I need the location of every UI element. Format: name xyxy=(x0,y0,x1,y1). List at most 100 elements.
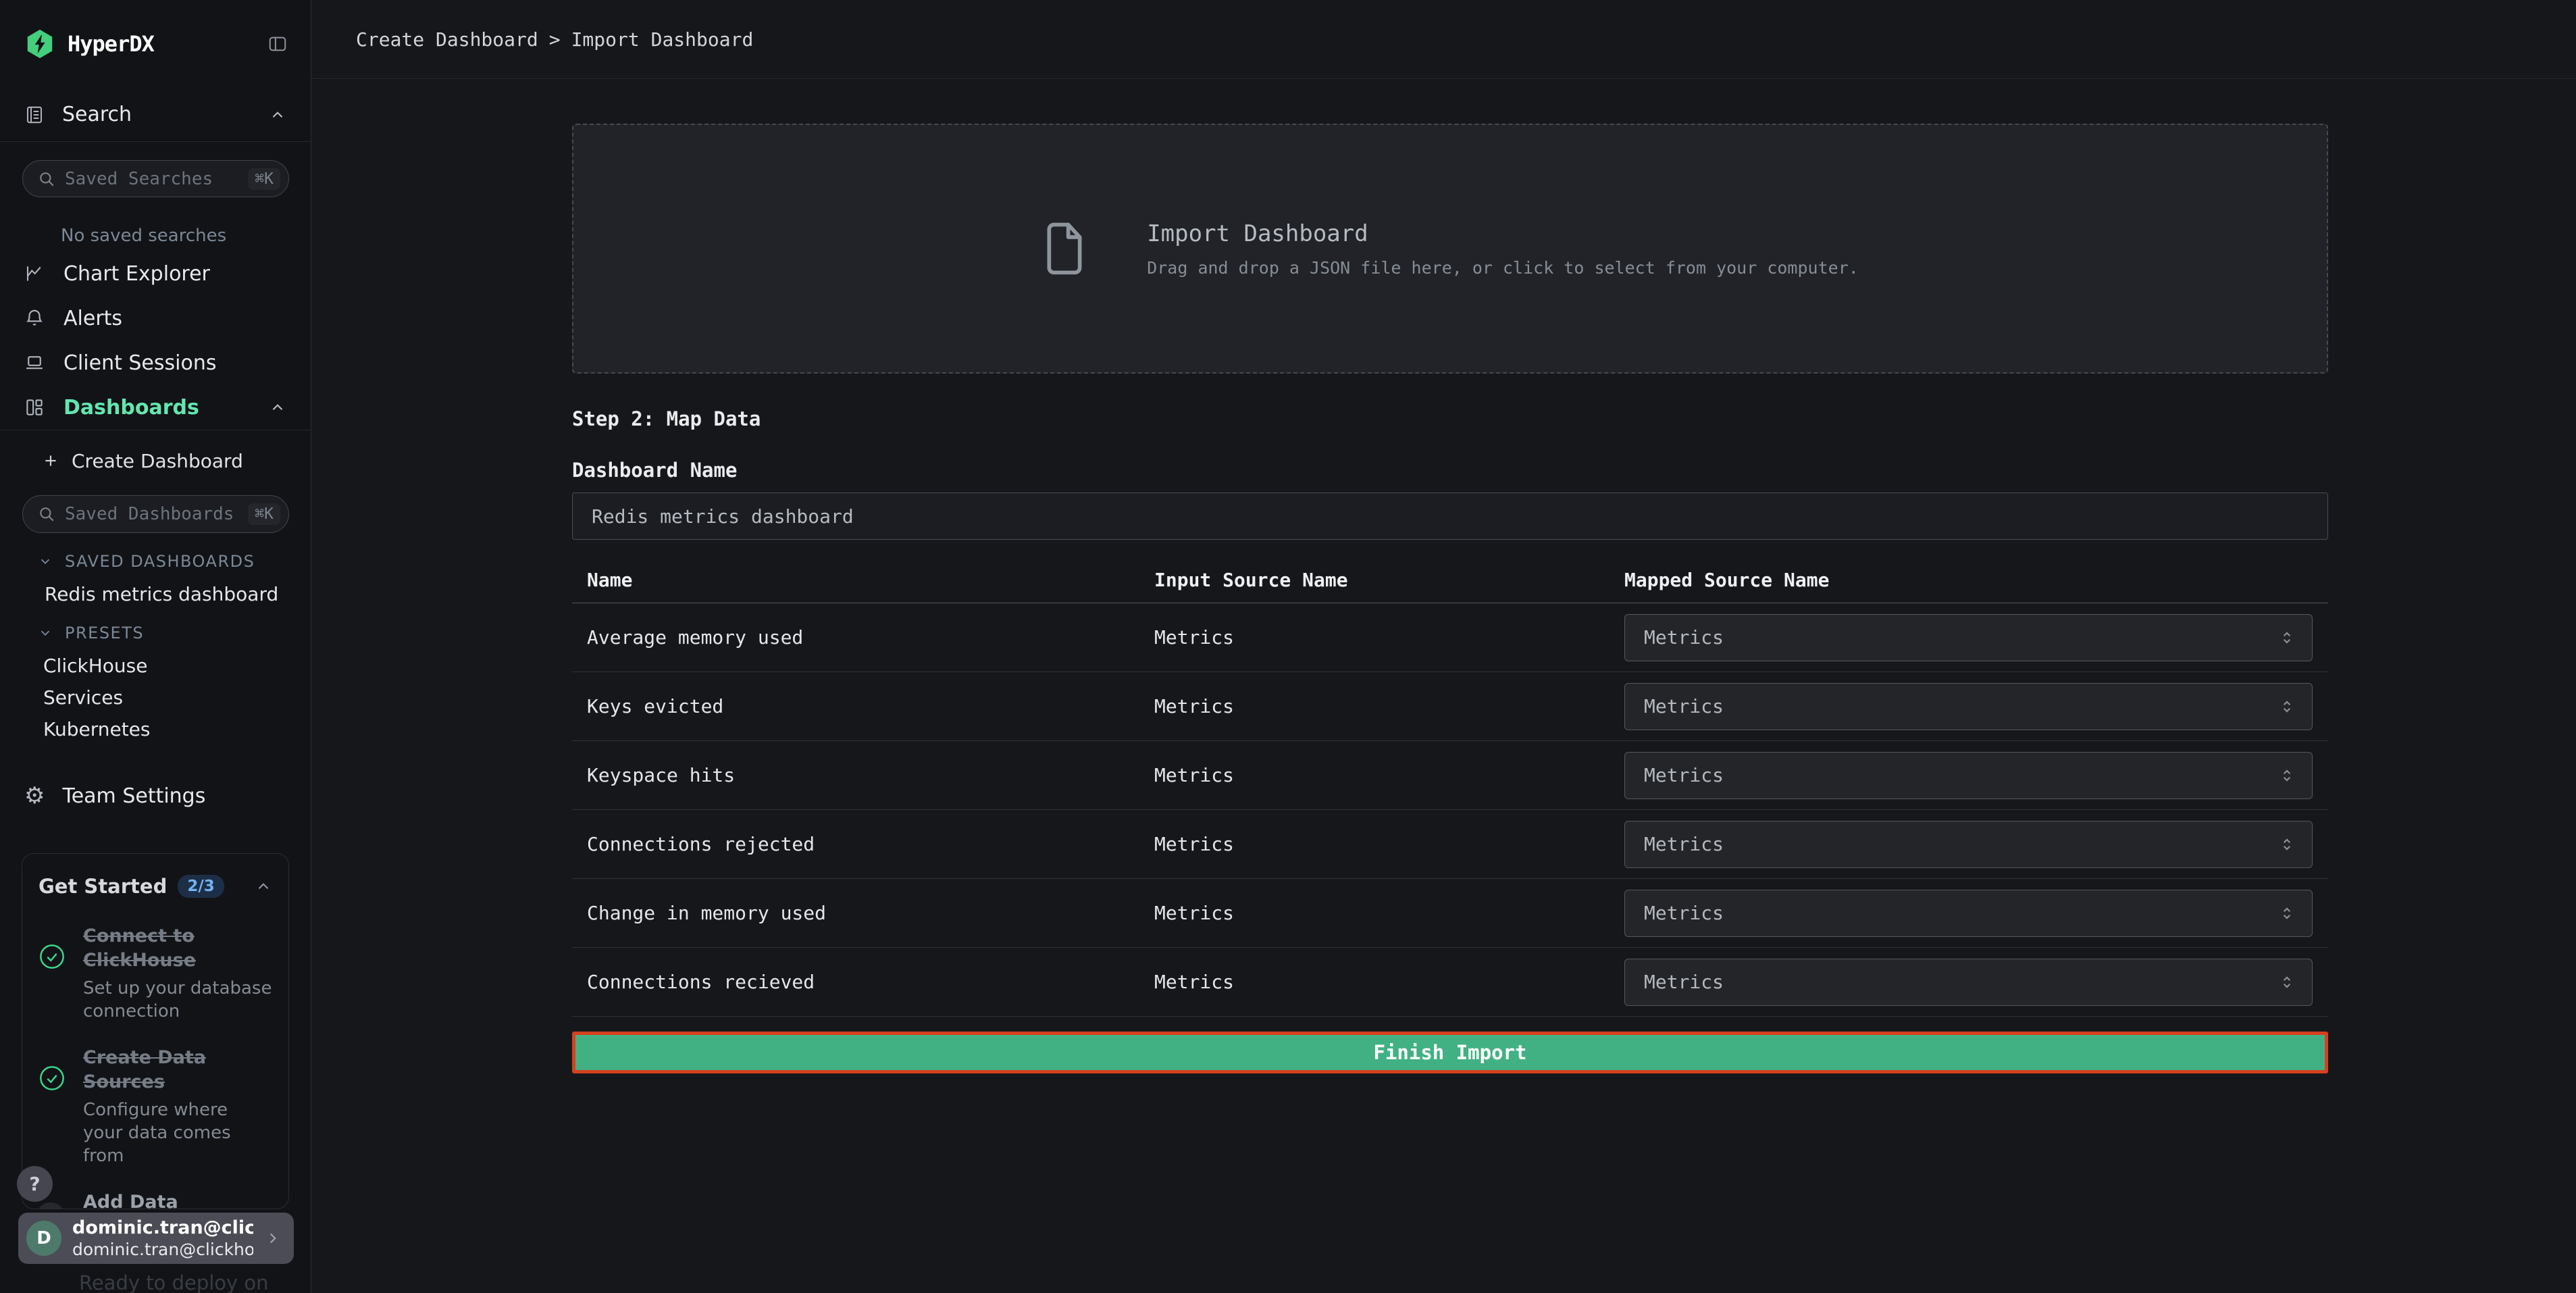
preset-item-services[interactable]: Services xyxy=(0,682,311,713)
row-input-source: Metrics xyxy=(1154,626,1624,649)
chevron-right-icon xyxy=(264,1229,282,1247)
table-row: Connections rejected Metrics Metrics xyxy=(572,810,2328,879)
bell-icon xyxy=(24,308,45,328)
row-name: Change in memory used xyxy=(572,902,1154,924)
laptop-icon xyxy=(24,353,45,373)
nav-label: Client Sessions xyxy=(63,351,216,375)
preset-item-kubernetes[interactable]: Kubernetes xyxy=(0,713,311,745)
main-area: Create Dashboard > Import Dashboard Impo… xyxy=(311,0,2576,1293)
table-row: Keyspace hits Metrics Metrics xyxy=(572,741,2328,810)
saved-dashboard-item[interactable]: Redis metrics dashboard xyxy=(0,580,311,608)
mapped-source-select[interactable]: Metrics xyxy=(1624,821,2313,868)
row-input-source: Metrics xyxy=(1154,695,1624,717)
hyperdx-logo[interactable]: HyperDX xyxy=(24,28,154,59)
saved-searches-input[interactable] xyxy=(65,169,238,189)
mapped-source-select[interactable]: Metrics xyxy=(1624,683,2313,730)
mapped-source-select[interactable]: Metrics xyxy=(1624,959,2313,1006)
nav-label: Alerts xyxy=(63,307,122,330)
row-name: Keyspace hits xyxy=(572,764,1154,786)
sidebar-item-alerts[interactable]: Alerts xyxy=(0,296,311,340)
select-updown-icon xyxy=(2278,905,2296,922)
row-name: Average memory used xyxy=(572,626,1154,649)
team-settings-button[interactable]: ⚙ Team Settings xyxy=(0,774,311,817)
get-started-item-add-data[interactable]: 3 Add Data Start sending logs, metrics, … xyxy=(38,1190,272,1209)
column-header-input-source: Input Source Name xyxy=(1154,569,1624,591)
get-started-item-title: Create Data Sources xyxy=(83,1046,272,1094)
nav-label: Dashboards xyxy=(63,396,199,420)
finish-import-button[interactable]: Finish Import xyxy=(572,1032,2328,1073)
search-section-icon xyxy=(24,105,45,125)
team-settings-label: Team Settings xyxy=(62,784,205,808)
breadcrumb-create-dashboard[interactable]: Create Dashboard xyxy=(356,28,538,51)
saved-searches-search[interactable]: ⌘K xyxy=(22,160,289,197)
chevron-up-icon[interactable] xyxy=(269,399,286,416)
line-chart-icon xyxy=(24,263,45,284)
mapped-source-select[interactable]: Metrics xyxy=(1624,890,2313,937)
file-dropzone[interactable]: Import Dashboard Drag and drop a JSON fi… xyxy=(572,124,2328,374)
finish-import-label: Finish Import xyxy=(1374,1041,1527,1064)
app-title: HyperDX xyxy=(68,31,154,57)
file-icon xyxy=(1041,219,1087,278)
dashboard-name-label: Dashboard Name xyxy=(572,459,2328,482)
get-started-item-connect[interactable]: Connect to ClickHouse Set up your databa… xyxy=(38,924,272,1023)
dropzone-title: Import Dashboard xyxy=(1147,220,1859,247)
saved-dashboards-search[interactable]: ⌘K xyxy=(22,495,289,533)
mapped-source-select[interactable]: Metrics xyxy=(1624,614,2313,661)
dashboard-grid-icon xyxy=(24,397,45,417)
get-started-item-sources[interactable]: Create Data Sources Configure where your… xyxy=(38,1046,272,1167)
create-dashboard-button[interactable]: Create Dashboard xyxy=(0,439,311,482)
breadcrumb-separator: > xyxy=(549,28,561,51)
table-row: Connections recieved Metrics Metrics xyxy=(572,948,2328,1017)
step-label: Step 2: Map Data xyxy=(572,407,2328,430)
row-name: Keys evicted xyxy=(572,695,1154,717)
saved-dashboards-input[interactable] xyxy=(65,504,238,524)
logo-row: HyperDX xyxy=(0,0,311,88)
chevron-up-icon[interactable] xyxy=(255,878,272,895)
saved-dashboards-heading[interactable]: SAVED DASHBOARDS xyxy=(0,549,311,574)
cloud-promo-line1: Ready to deploy on xyxy=(79,1267,269,1293)
user-account-button[interactable]: D dominic.tran@clic... dominic.tran@clic… xyxy=(18,1213,294,1264)
check-circle-icon xyxy=(38,1065,66,1092)
shortcut-badge: ⌘K xyxy=(248,168,280,190)
get-started-item-title: Add Data xyxy=(83,1190,272,1209)
shortcut-badge: ⌘K xyxy=(248,503,280,525)
chevron-down-icon xyxy=(38,554,53,569)
create-dashboard-label: Create Dashboard xyxy=(72,450,243,472)
select-updown-icon xyxy=(2278,973,2296,991)
help-button[interactable]: ? xyxy=(17,1166,53,1202)
row-name: Connections recieved xyxy=(572,971,1154,993)
sidebar-item-client-sessions[interactable]: Client Sessions xyxy=(0,340,311,385)
preset-item-clickhouse[interactable]: ClickHouse xyxy=(0,650,311,682)
sidebar: HyperDX Search xyxy=(0,0,311,1293)
no-saved-searches-text: No saved searches xyxy=(61,226,226,246)
chevron-up-icon[interactable] xyxy=(269,106,286,124)
get-started-panel: Get Started 2/3 Connect to ClickHouse xyxy=(22,853,289,1209)
row-input-source: Metrics xyxy=(1154,764,1624,786)
column-header-mapped-source: Mapped Source Name xyxy=(1624,569,2328,591)
select-updown-icon xyxy=(2278,767,2296,784)
column-header-name: Name xyxy=(572,569,1154,591)
table-header-row: Name Input Source Name Mapped Source Nam… xyxy=(572,557,2328,603)
get-started-header[interactable]: Get Started 2/3 xyxy=(38,871,272,901)
import-dashboard-content: Import Dashboard Drag and drop a JSON fi… xyxy=(572,124,2328,1073)
dashboard-name-input[interactable] xyxy=(572,492,2328,540)
sidebar-item-chart-explorer[interactable]: Chart Explorer xyxy=(0,251,311,296)
sidebar-item-dashboards[interactable]: Dashboards xyxy=(0,385,311,430)
search-section-label: Search xyxy=(62,103,132,126)
search-icon xyxy=(38,170,55,188)
row-input-source: Metrics xyxy=(1154,902,1624,924)
sidebar-section-search[interactable]: Search xyxy=(0,88,311,142)
user-name: dominic.tran@clic... xyxy=(72,1217,253,1240)
select-updown-icon xyxy=(2278,698,2296,715)
avatar: D xyxy=(26,1221,61,1256)
mapped-source-select[interactable]: Metrics xyxy=(1624,752,2313,799)
select-updown-icon xyxy=(2278,629,2296,646)
table-row: Change in memory used Metrics Metrics xyxy=(572,879,2328,948)
sidebar-collapse-icon[interactable] xyxy=(267,34,288,54)
get-started-item-desc: Set up your database connection xyxy=(83,977,272,1023)
select-updown-icon xyxy=(2278,836,2296,853)
get-started-item-desc: Configure where your data comes from xyxy=(83,1098,272,1167)
get-started-title: Get Started xyxy=(38,875,167,898)
table-row: Keys evicted Metrics Metrics xyxy=(572,672,2328,741)
presets-heading[interactable]: PRESETS xyxy=(0,621,311,645)
